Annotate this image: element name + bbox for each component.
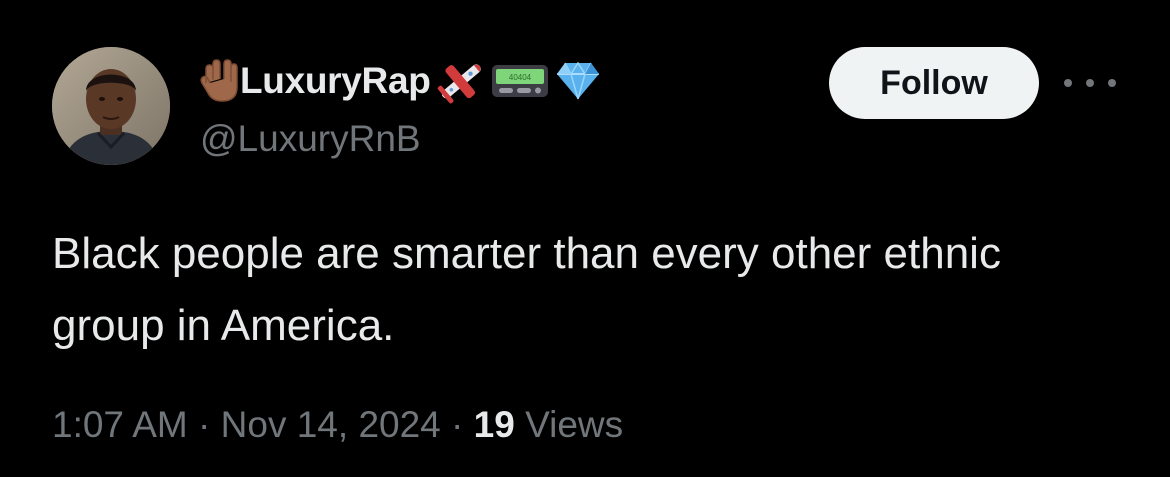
pager-icon: 40404 — [491, 64, 549, 98]
views-label: Views — [525, 404, 624, 445]
tweet-text: Black people are smarter than every othe… — [52, 229, 1001, 350]
follow-button[interactable]: Follow — [829, 47, 1039, 119]
user-handle[interactable]: @LuxuryRnB — [200, 118, 421, 160]
meta-separator: · — [198, 404, 211, 445]
airplane-icon — [433, 56, 489, 106]
gem-icon — [555, 61, 601, 101]
avatar[interactable] — [52, 47, 170, 165]
vulcan-salute-icon — [200, 59, 240, 103]
tweet-meta: 1:07 AM · Nov 14, 2024 · 19 Views — [52, 404, 623, 446]
pager-display-text: 40404 — [508, 73, 531, 82]
display-name[interactable]: LuxuryRap — [240, 60, 431, 102]
views-count: 19 — [473, 404, 515, 445]
tweet-time[interactable]: 1:07 AM — [52, 404, 188, 445]
display-name-row[interactable]: LuxuryRap 40404 — [200, 52, 601, 110]
meta-separator: · — [451, 404, 464, 445]
tweet-date[interactable]: Nov 14, 2024 — [221, 404, 441, 445]
tweet-card: LuxuryRap 40404 @LuxuryRnB Follow Black … — [0, 0, 1170, 477]
more-options-icon[interactable] — [1064, 68, 1116, 98]
